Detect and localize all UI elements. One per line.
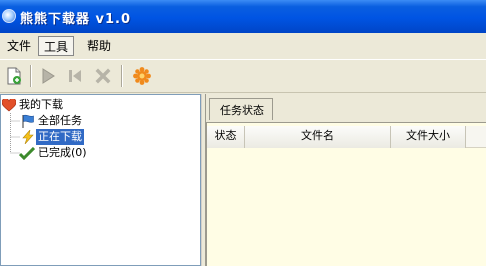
settings-button[interactable] [130,64,154,88]
tree-item-downloading[interactable]: 正在下载 [1,129,199,145]
checkmark-icon [19,147,35,160]
start-button[interactable] [36,64,60,88]
title-bar[interactable]: 熊熊下载器 v1.0 [0,0,486,33]
new-task-icon [7,67,21,85]
tab-label: 任务状态 [220,104,264,117]
menu-file[interactable]: 文件 [2,36,36,56]
stop-button[interactable] [63,64,87,88]
window-title: 熊熊下载器 v1.0 [20,12,132,27]
tree-item-label: 我的下载 [19,98,63,111]
delete-button[interactable] [91,64,115,88]
tree-item-my-downloads[interactable]: 我的下载 [1,97,199,113]
tree-item-completed[interactable]: 已完成(0) [1,145,199,161]
flag-icon [22,114,34,128]
task-list-header: 状态 文件名 文件大小 [207,126,486,148]
tree-item-all-tasks[interactable]: 全部任务 [1,113,199,129]
lightning-icon [22,130,34,144]
menu-bar: 文件 工具 帮助 [0,33,486,59]
tree-item-label: 已完成(0) [38,146,87,159]
toolbar [0,59,486,93]
toolbar-separator [121,65,123,87]
play-icon [42,68,55,84]
task-tree[interactable]: 我的下载 全部任务 正在下载 已完成(0) [0,94,201,266]
toolbar-separator [30,65,32,87]
task-panel: 任务状态 状态 文件名 文件大小 [206,94,486,266]
app-icon [2,9,16,23]
delete-icon [95,68,111,84]
column-filename[interactable]: 文件名 [245,126,391,148]
tree-item-label: 正在下载 [36,129,84,145]
stop-icon [69,70,81,82]
column-status[interactable]: 状态 [207,126,245,148]
tab-task-status[interactable]: 任务状态 [209,98,273,120]
task-list[interactable]: 状态 文件名 文件大小 [206,122,486,266]
settings-icon [133,67,151,85]
heart-icon [2,99,16,112]
tree-item-label: 全部任务 [38,114,82,127]
menu-tools[interactable]: 工具 [38,36,75,56]
new-task-button[interactable] [2,64,26,88]
menu-help[interactable]: 帮助 [82,36,116,56]
column-filesize[interactable]: 文件大小 [391,126,466,148]
